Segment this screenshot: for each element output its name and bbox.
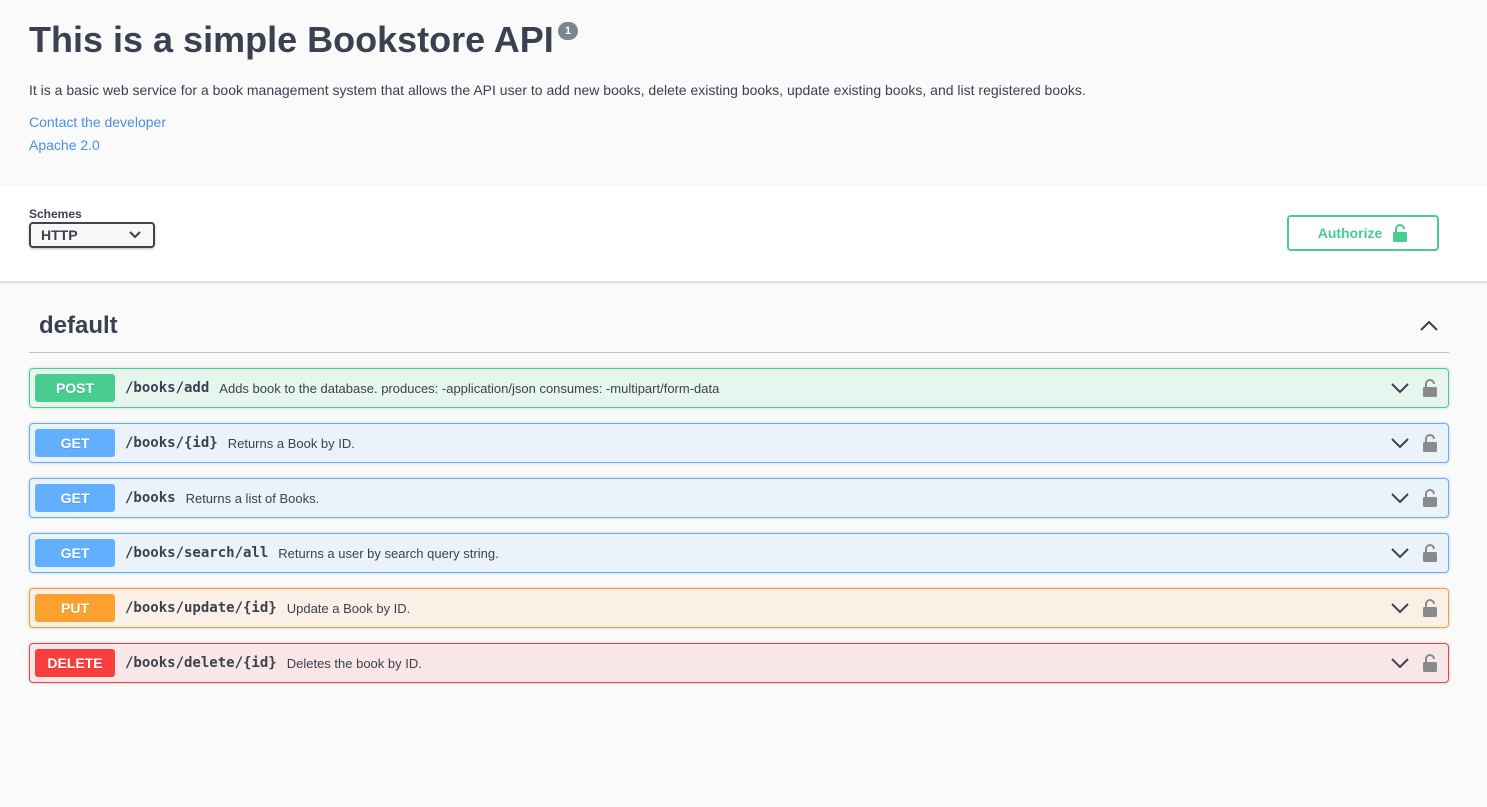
operation-summary: Returns a user by search query string. [278,545,499,561]
operation-summary: Deletes the book by ID. [286,655,422,671]
method-badge: GET [35,539,115,567]
tag-header[interactable]: default [29,310,1449,353]
method-badge: GET [35,429,115,457]
operation-controls [1391,544,1437,562]
chevron-down-icon[interactable] [1391,547,1409,559]
operation-controls [1391,379,1437,397]
lock-icon[interactable] [1423,654,1437,672]
schemes-selected-value: HTTP [41,227,78,243]
operation-path: /books/update/{id} [125,600,277,616]
operation-path: /books/delete/{id} [125,655,277,671]
operation-path: /books/{id} [125,435,218,451]
operation-path: /books/add [125,380,210,396]
operation-summary: Returns a Book by ID. [227,435,355,451]
operation-get-book-by-id[interactable]: GET /books/{id} Returns a Book by ID. [29,423,1449,463]
lock-icon[interactable] [1423,599,1437,617]
lock-icon[interactable] [1423,379,1437,397]
api-description: It is a basic web service for a book man… [29,82,1086,98]
api-title: This is a simple Bookstore API [29,19,554,60]
version-badge: 1 [557,22,578,40]
unlock-icon [1393,224,1408,242]
operation-controls [1391,599,1437,617]
tag-title: default [39,312,118,339]
operation-summary: Update a Book by ID. [286,600,411,616]
method-badge: POST [35,374,115,402]
method-badge: DELETE [35,649,115,677]
schemes-label: Schemes [29,207,82,221]
contact-link[interactable]: Contact the developer [29,114,1458,131]
operation-post-books-add[interactable]: POST /books/add Adds book to the databas… [29,368,1449,408]
operation-summary: Adds book to the database. produces: -ap… [219,380,720,396]
operations-section: default POST /books/add Adds book to the… [0,310,1487,683]
title-row: This is a simple Bookstore API 1 [29,18,1458,62]
operation-get-books-search[interactable]: GET /books/search/all Returns a user by … [29,533,1449,573]
operation-delete-book[interactable]: DELETE /books/delete/{id} Deletes the bo… [29,643,1449,683]
schemes-bar: Schemes HTTP Authorize [0,185,1487,282]
operation-summary: Returns a list of Books. [185,490,320,506]
operation-put-book-update[interactable]: PUT /books/update/{id} Update a Book by … [29,588,1449,628]
authorize-button[interactable]: Authorize [1287,215,1439,251]
chevron-down-icon[interactable] [1391,437,1409,449]
license-link[interactable]: Apache 2.0 [29,137,1458,154]
lock-icon[interactable] [1423,434,1437,452]
operation-path: /books [125,490,176,506]
operation-get-books[interactable]: GET /books Returns a list of Books. [29,478,1449,518]
chevron-down-icon[interactable] [1391,602,1409,614]
chevron-down-icon[interactable] [1391,382,1409,394]
api-info: This is a simple Bookstore API 1 It is a… [0,0,1487,185]
chevron-down-icon[interactable] [1391,492,1409,504]
lock-icon[interactable] [1423,544,1437,562]
chevron-down-icon [129,231,141,239]
operation-controls [1391,654,1437,672]
chevron-up-icon[interactable] [1419,320,1439,332]
operation-controls [1391,489,1437,507]
authorize-label: Authorize [1317,225,1383,241]
operation-path: /books/search/all [125,545,269,561]
schemes-select[interactable]: HTTP [29,222,155,248]
chevron-down-icon[interactable] [1391,657,1409,669]
method-badge: GET [35,484,115,512]
lock-icon[interactable] [1423,489,1437,507]
operation-controls [1391,434,1437,452]
method-badge: PUT [35,594,115,622]
